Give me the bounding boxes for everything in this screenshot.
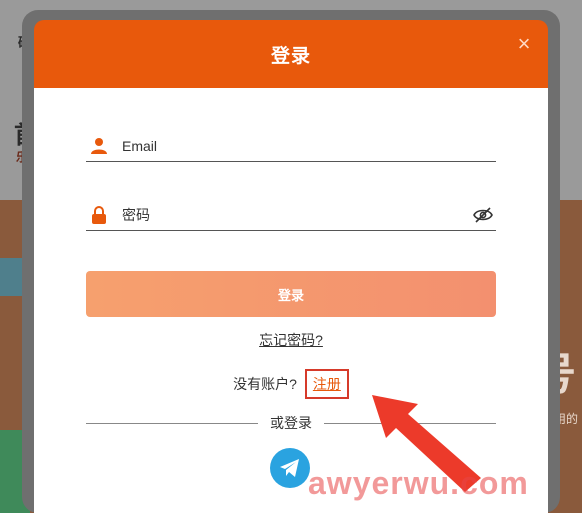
email-field <box>86 131 496 162</box>
telegram-icon[interactable] <box>270 448 310 488</box>
register-link[interactable]: 注册 <box>313 376 341 392</box>
no-account-text: 没有账户? <box>233 376 297 392</box>
register-row: 没有账户? 注册 <box>34 369 548 399</box>
forgot-password-row: 忘记密码? <box>34 330 548 350</box>
or-login-divider: 或登录 <box>86 414 496 432</box>
eye-off-icon[interactable] <box>472 204 494 226</box>
or-login-text: 或登录 <box>270 415 312 431</box>
modal-title: 登录 <box>270 45 311 67</box>
watermark-text: awyerwu.com <box>308 465 529 501</box>
password-input[interactable] <box>122 207 472 223</box>
close-icon[interactable]: × <box>514 33 534 55</box>
email-input[interactable] <box>122 138 496 154</box>
divider-line <box>324 422 496 424</box>
register-highlight-box: 注册 <box>304 369 349 399</box>
user-icon <box>88 135 110 157</box>
lock-icon <box>88 204 110 226</box>
modal-header: 登录 × <box>34 20 548 88</box>
login-form-panel: 登录 忘记密码? 没有账户? 注册 或登录 <box>34 88 548 513</box>
login-button[interactable]: 登录 <box>86 271 496 317</box>
divider-line <box>86 422 258 424</box>
password-field <box>86 200 496 231</box>
forgot-password-link[interactable]: 忘记密码? <box>259 332 323 348</box>
